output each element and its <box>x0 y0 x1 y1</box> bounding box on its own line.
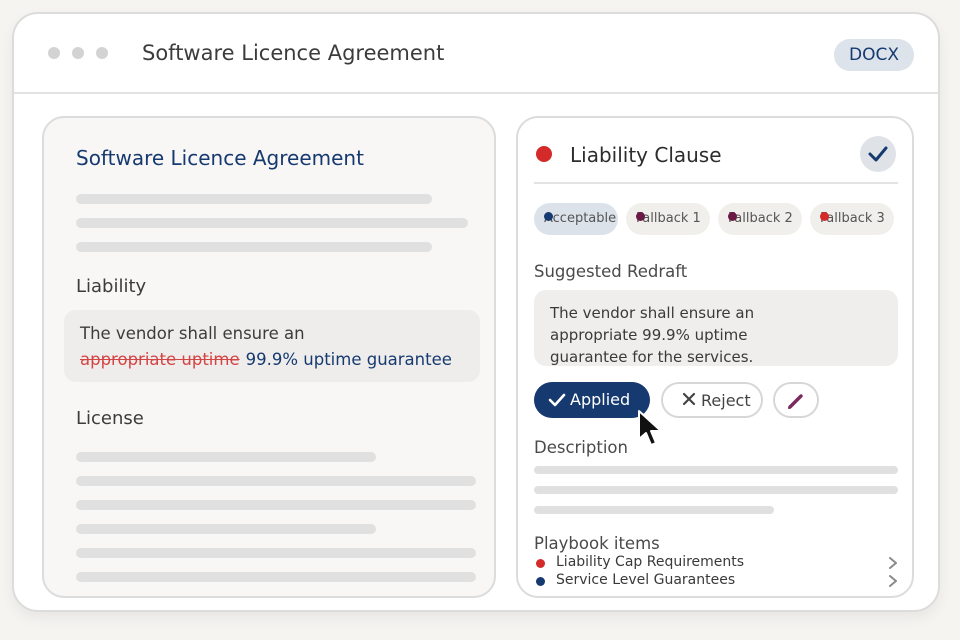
document-title: Software Licence Agreement <box>76 146 364 170</box>
placeholder-line <box>76 242 432 252</box>
pencil-icon <box>788 394 803 409</box>
window-control-dot[interactable] <box>72 47 84 59</box>
option-chip-fallback-3[interactable]: Fallback 3 <box>810 203 894 235</box>
option-chip-fallback-2[interactable]: Fallback 2 <box>718 203 802 235</box>
clause-text: The vendor shall ensure an <box>80 324 305 343</box>
option-chip-label: Fallback 2 <box>728 211 793 226</box>
window-title: Software Licence Agreement <box>142 41 445 65</box>
clause-change-line: appropriate uptime 99.9% uptime guarantee <box>80 350 452 369</box>
approve-clause-button[interactable] <box>860 136 896 172</box>
option-chip-acceptable[interactable]: Acceptable <box>534 203 618 235</box>
playbook-item-label: Service Level Guarantees <box>556 572 736 588</box>
option-chip-label: Fallback 3 <box>820 211 885 226</box>
clause-review-panel: Liability Clause Acceptable Fallback 1 F… <box>516 116 914 598</box>
applied-button-label: Applied <box>570 390 631 409</box>
risk-status-dot <box>536 146 552 162</box>
placeholder-line <box>76 500 476 510</box>
title-bar: Software Licence Agreement DOCX <box>14 14 938 94</box>
placeholder-line <box>76 572 476 582</box>
placeholder-line <box>76 218 468 228</box>
suggested-redraft-label: Suggested Redraft <box>534 262 688 281</box>
redraft-textbox[interactable]: The vendor shall ensure an appropriate 9… <box>534 290 898 366</box>
option-chip-label: Fallback 1 <box>636 211 701 226</box>
tracked-change-clause[interactable]: The vendor shall ensure an appropriate u… <box>64 310 480 382</box>
divider <box>534 182 898 184</box>
option-dot <box>636 212 645 221</box>
placeholder-line <box>76 548 476 558</box>
option-dot <box>820 212 829 221</box>
window-control-dot[interactable] <box>96 47 108 59</box>
placeholder-line <box>76 524 376 534</box>
option-chip-label: Acceptable <box>544 211 617 226</box>
clause-title: Liability Clause <box>570 143 722 167</box>
chevron-right-icon <box>889 575 897 587</box>
window-control-dot[interactable] <box>48 47 60 59</box>
placeholder-line <box>76 194 432 204</box>
description-label: Description <box>534 438 628 457</box>
deleted-text: appropriate uptime <box>80 350 240 369</box>
section-heading-license: License <box>76 408 144 429</box>
option-chip-fallback-1[interactable]: Fallback 1 <box>626 203 710 235</box>
applied-button[interactable]: Applied <box>534 382 650 418</box>
mouse-cursor-icon <box>638 410 662 446</box>
placeholder-line <box>76 452 376 462</box>
placeholder-line <box>76 476 476 486</box>
file-format-badge: DOCX <box>834 39 914 71</box>
placeholder-line <box>534 466 898 474</box>
playbook-item[interactable]: Service Level Guarantees <box>534 572 898 590</box>
playbook-items-label: Playbook items <box>534 534 660 553</box>
inserted-text: 99.9% uptime guarantee <box>245 350 452 369</box>
edit-redraft-button[interactable] <box>773 382 819 418</box>
placeholder-line <box>534 486 898 494</box>
check-icon <box>548 393 566 407</box>
playbook-item[interactable]: Liability Cap Requirements <box>534 554 898 572</box>
document-panel: Software Licence Agreement Liability The… <box>42 116 496 598</box>
check-icon <box>868 146 888 162</box>
playbook-item-label: Liability Cap Requirements <box>556 554 745 570</box>
option-dot <box>544 212 553 221</box>
playbook-item-dot <box>536 559 545 568</box>
reject-button-label: Reject <box>701 391 751 410</box>
section-heading-liability: Liability <box>76 276 147 297</box>
playbook-item-dot <box>536 577 545 586</box>
close-icon <box>682 392 696 406</box>
option-dot <box>728 212 737 221</box>
chevron-right-icon <box>889 557 897 569</box>
redraft-text: The vendor shall ensure an appropriate 9… <box>550 304 755 366</box>
app-window: Software Licence Agreement DOCX Software… <box>12 12 940 612</box>
reject-button[interactable]: Reject <box>661 382 763 418</box>
placeholder-line <box>534 506 774 514</box>
